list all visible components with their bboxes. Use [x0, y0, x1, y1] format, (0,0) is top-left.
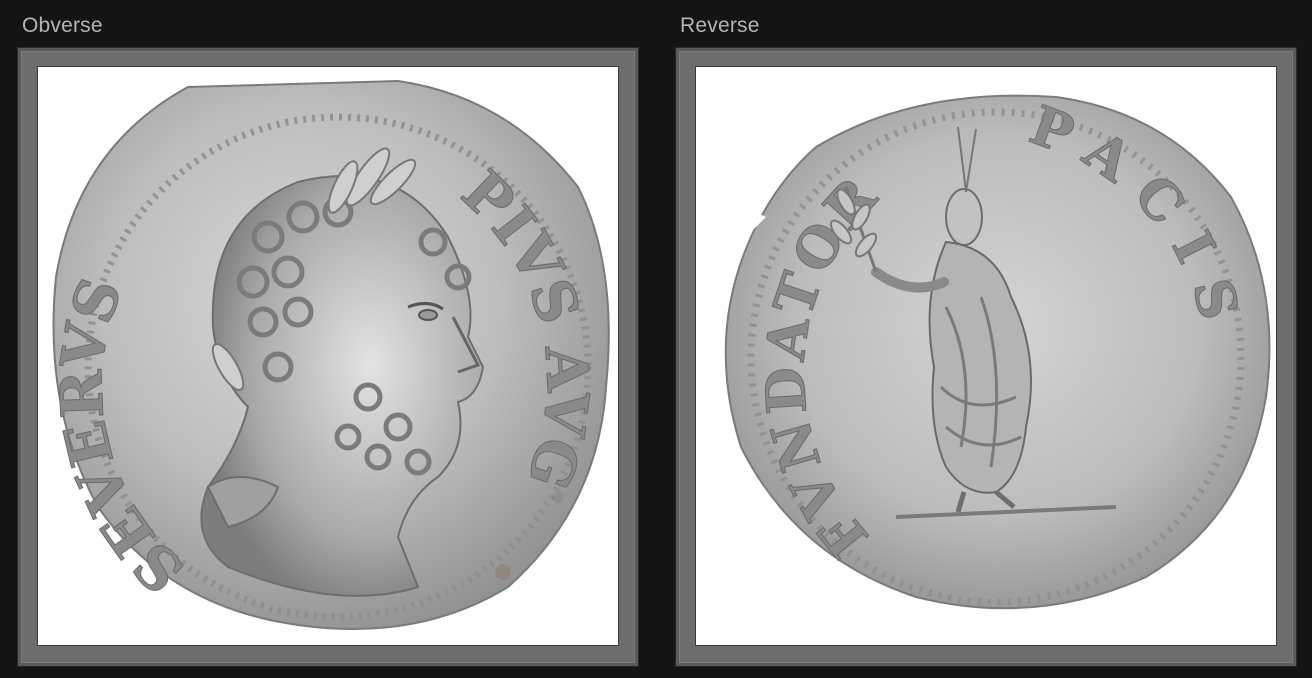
reverse-coin-svg: FVNDATOR PACIS [724, 92, 1271, 610]
obverse-title: Obverse [22, 14, 103, 37]
reverse-frame: FVNDATOR PACIS [676, 48, 1296, 666]
reverse-title: Reverse [680, 14, 760, 37]
coin-viewer: Obverse SEVERVS PIVS AVG Reverse FVNDATO… [0, 0, 1312, 678]
obverse-coin-svg: SEVERVS PIVS AVG [47, 79, 610, 630]
obverse-frame: SEVERVS PIVS AVG [18, 48, 638, 666]
reverse-coin-image[interactable]: FVNDATOR PACIS [696, 67, 1276, 645]
obverse-coin-image[interactable]: SEVERVS PIVS AVG [38, 67, 618, 645]
